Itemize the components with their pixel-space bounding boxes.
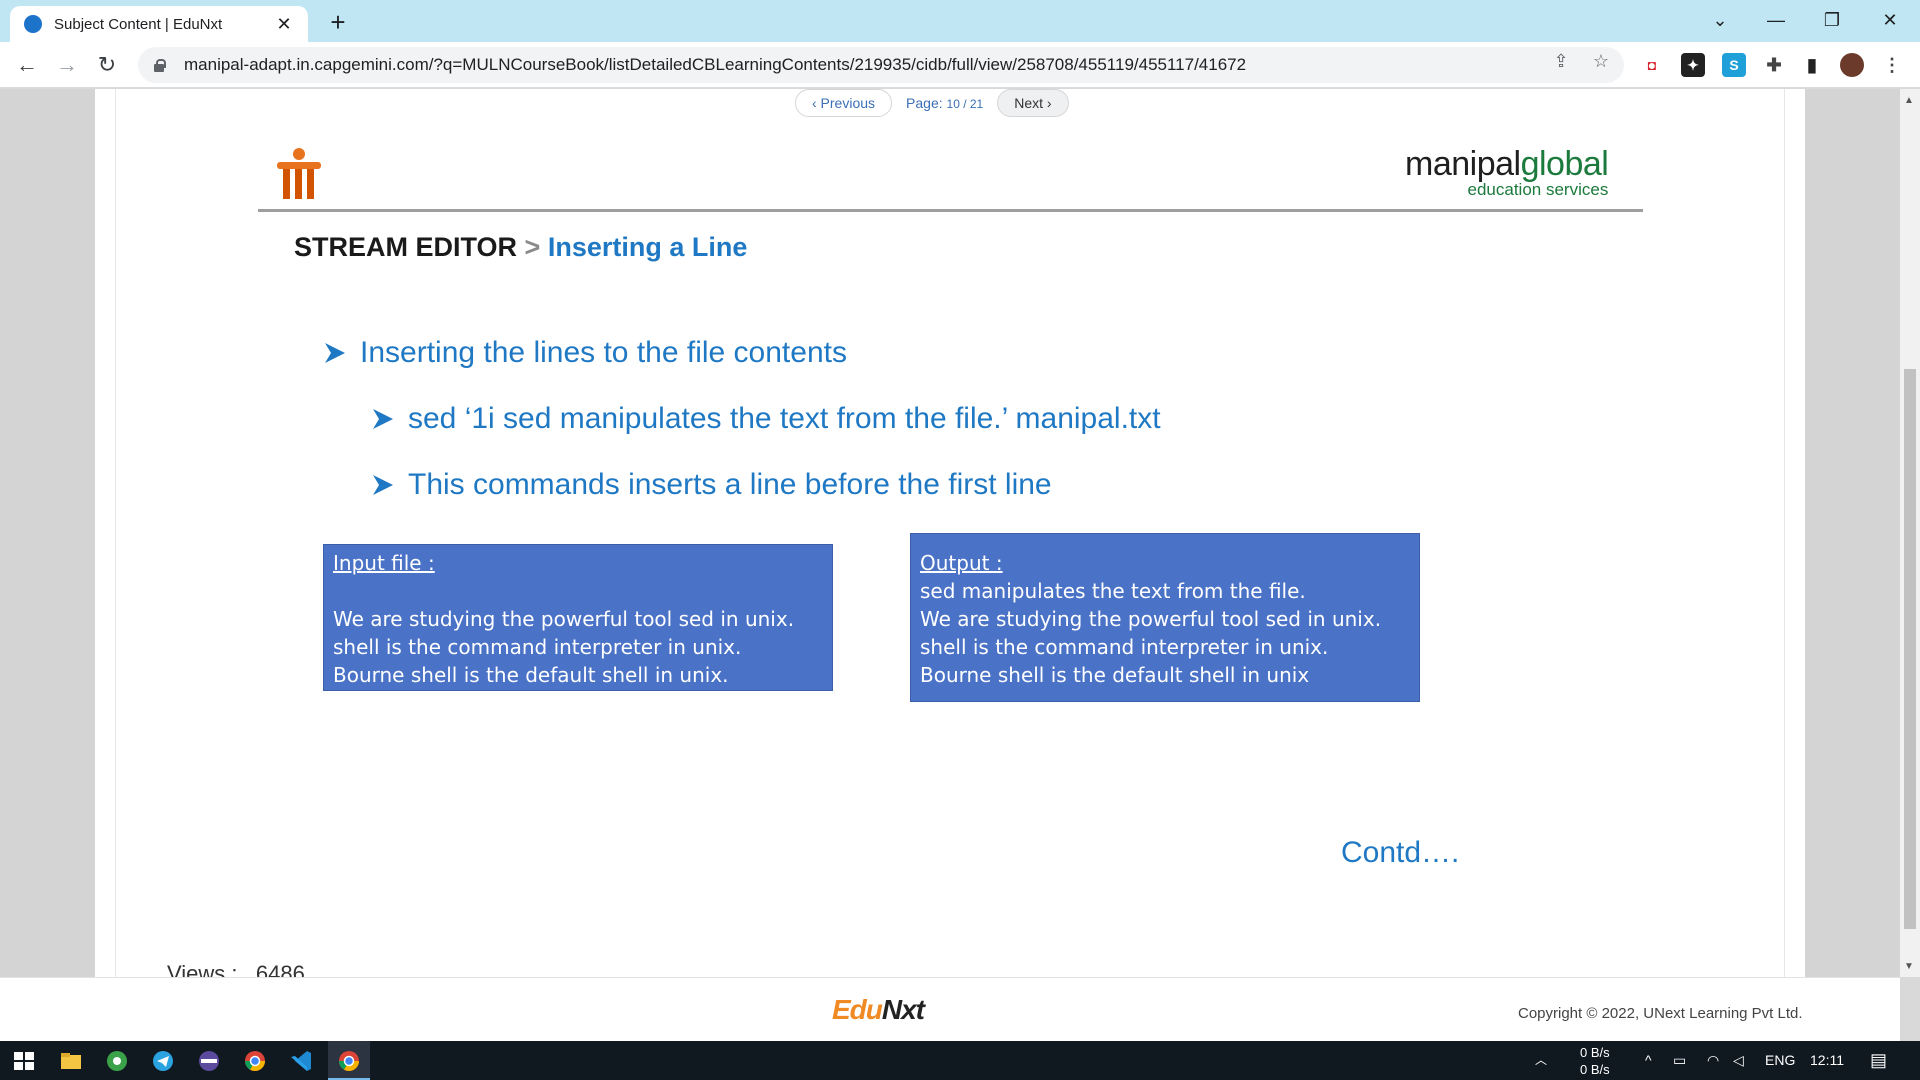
output-box-line: sed manipulates the text from the file. (920, 579, 1306, 603)
wifi-icon[interactable]: ◠ (1707, 1041, 1719, 1080)
bullet-text: Inserting the lines to the file contents (360, 336, 847, 369)
arrowhead-bullet-icon (373, 409, 393, 429)
profile-avatar[interactable] (1840, 53, 1864, 77)
net-up-speed: 0 B/s (1580, 1045, 1610, 1060)
previous-button[interactable]: ‹ Previous (795, 89, 893, 117)
arrowhead-bullet-icon (373, 475, 393, 495)
manipal-emblem-icon (277, 148, 321, 199)
url-text[interactable]: manipal-adapt.in.capgemini.com/?q=MULNCo… (184, 55, 1624, 75)
breadcrumb-separator: > (524, 232, 541, 262)
output-box-line: shell is the command interpreter in unix… (920, 635, 1329, 659)
browser-toolbar: ← → ↻ manipal-adapt.in.capgemini.com/?q=… (0, 42, 1920, 88)
address-bar[interactable]: manipal-adapt.in.capgemini.com/?q=MULNCo… (138, 47, 1624, 83)
back-arrow-icon[interactable]: ← (10, 48, 44, 82)
restore-button[interactable]: ❐ (1804, 0, 1860, 40)
notification-center-icon[interactable]: ▤ (1870, 1041, 1887, 1080)
input-file-box: Input file : We are studying the powerfu… (323, 544, 833, 691)
page-value: 10 / 21 (946, 97, 984, 111)
brand-main: manipal (1405, 145, 1521, 183)
next-button[interactable]: Next › (997, 89, 1069, 117)
views-label: Views : (167, 961, 238, 977)
header-divider (258, 209, 1643, 212)
scroll-up-arrow-icon[interactable]: ▲ (1904, 95, 1914, 106)
game-extension-icon[interactable]: ✦ (1681, 53, 1705, 77)
extensions-puzzle-icon[interactable]: ✚ (1762, 53, 1786, 77)
green-app-icon[interactable] (103, 1047, 131, 1075)
hidden-icons-chevron-icon[interactable]: ^ (1645, 1041, 1652, 1080)
bookmark-star-icon[interactable]: ☆ (1590, 50, 1612, 72)
output-box-line: Bourne shell is the default shell in uni… (920, 663, 1310, 687)
page-viewport: ‹ Previous Page: 10 / 21 Next › manipalg… (0, 89, 1920, 977)
bullet-text: This commands inserts a line before the … (408, 468, 1052, 501)
page-indicator: Page: 10 / 21 (906, 95, 983, 111)
arrowhead-bullet-icon (325, 343, 345, 363)
scrollbar-thumb[interactable] (1904, 369, 1916, 929)
logo-part-nxt: Nxt (881, 994, 925, 1025)
net-down-speed: 0 B/s (1580, 1062, 1610, 1077)
breadcrumb-topic: Inserting a Line (547, 232, 748, 262)
file-explorer-icon[interactable] (57, 1047, 85, 1075)
windows-start-icon[interactable] (10, 1047, 38, 1075)
bullet-text: sed ‘1i sed manipulates the text from th… (408, 402, 1161, 435)
forward-arrow-icon[interactable]: → (50, 48, 84, 82)
edunxt-logo: EduNxt (832, 994, 925, 1026)
output-box-line: We are studying the powerful tool sed in… (920, 607, 1382, 631)
site-footer: EduNxt Copyright © 2022, UNext Learning … (0, 977, 1900, 1041)
views-counter: Views : 6486 (167, 961, 305, 977)
media-app-icon[interactable] (195, 1047, 223, 1075)
tab-title: Subject Content | EduNxt (54, 15, 223, 33)
copyright-text: Copyright © 2022, UNext Learning Pvt Ltd… (1518, 1005, 1803, 1022)
minimize-button[interactable]: — (1748, 0, 1804, 40)
manipal-global-logo: manipalglobal education services (1405, 145, 1609, 200)
bullet-point: Inserting the lines to the file contents (324, 336, 847, 370)
browser-tab[interactable]: Subject Content | EduNxt ✕ (10, 6, 308, 42)
share-icon[interactable]: ⇪ (1550, 50, 1572, 72)
input-box-line: We are studying the powerful tool sed in… (333, 607, 795, 631)
vscode-icon[interactable] (287, 1047, 315, 1075)
s-extension-icon[interactable]: S (1722, 53, 1746, 77)
output-box-heading: Output : (920, 551, 1003, 575)
input-box-line: Bourne shell is the default shell in uni… (333, 663, 729, 687)
input-box-heading: Input file : (333, 551, 435, 575)
chrome-active-icon[interactable] (335, 1047, 363, 1075)
menu-kebab-icon[interactable]: ⋮ (1880, 53, 1904, 77)
telegram-icon[interactable] (149, 1047, 177, 1075)
output-box: Output : sed manipulates the text from t… (910, 533, 1420, 702)
sub-bullet-point: sed ‘1i sed manipulates the text from th… (372, 402, 1161, 436)
clock[interactable]: 12:11 (1810, 1041, 1850, 1080)
slide-breadcrumb: STREAM EDITOR > Inserting a Line (294, 232, 747, 263)
input-box-line (333, 577, 823, 605)
tab-strip: Subject Content | EduNxt ✕ + ⌄ — ❐ ✕ (0, 0, 1920, 42)
close-window-button[interactable]: ✕ (1862, 0, 1918, 40)
new-tab-button[interactable]: + (323, 8, 353, 38)
continued-label: Contd…. (1341, 836, 1460, 869)
logo-part-edu: Edu (832, 994, 883, 1025)
site-favicon-icon (24, 15, 42, 33)
breadcrumb-section: STREAM EDITOR (294, 232, 518, 262)
views-value: 6486 (255, 961, 305, 977)
page-scrollbar[interactable]: ▲ ▼ (1900, 89, 1920, 977)
close-tab-icon[interactable]: ✕ (274, 14, 294, 35)
language-indicator[interactable]: ENG (1765, 1041, 1795, 1080)
brand-accent: global (1520, 145, 1609, 183)
tab-search-icon[interactable]: ⌄ (1692, 0, 1748, 40)
lock-icon[interactable] (152, 58, 166, 72)
side-panel-icon[interactable]: ▮ (1800, 53, 1824, 77)
pocket-extension-icon[interactable]: ◘ (1640, 53, 1664, 77)
pagination: ‹ Previous Page: 10 / 21 Next › (795, 89, 1069, 117)
windows-taskbar: ︿ 0 B/s 0 B/s ^ ▭ ◠ ◁ ENG 12:11 ▤ (0, 1041, 1920, 1080)
input-box-line: shell is the command interpreter in unix… (333, 635, 742, 659)
sub-bullet-point: This commands inserts a line before the … (372, 468, 1052, 502)
reload-icon[interactable]: ↻ (90, 48, 124, 82)
tray-expand-icon[interactable]: ︿ (1535, 1041, 1547, 1080)
scroll-down-arrow-icon[interactable]: ▼ (1904, 961, 1914, 972)
volume-icon[interactable]: ◁ (1733, 1041, 1744, 1080)
battery-icon[interactable]: ▭ (1673, 1041, 1686, 1080)
chrome-icon[interactable] (241, 1047, 269, 1075)
page-label: Page: (906, 95, 943, 111)
network-speed: 0 B/s 0 B/s (1580, 1044, 1610, 1078)
